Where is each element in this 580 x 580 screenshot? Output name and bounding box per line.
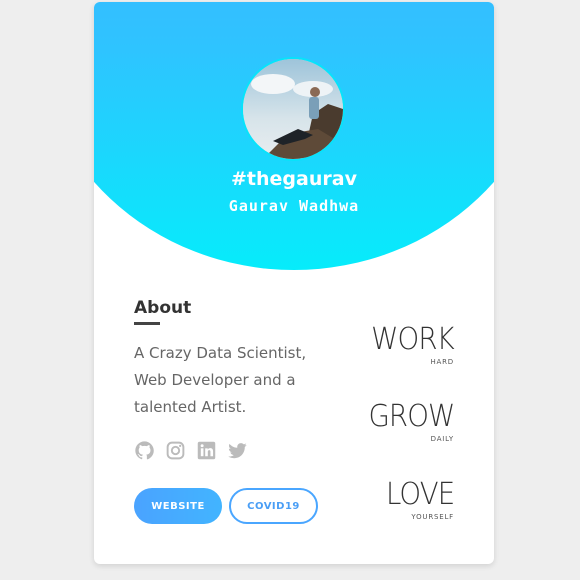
motto-subtitle: YOURSELF bbox=[411, 513, 454, 521]
linkedin-icon[interactable] bbox=[196, 440, 217, 461]
website-button[interactable]: WEBSITE bbox=[134, 488, 222, 524]
motto-love: LOVE YOURSELF bbox=[380, 477, 455, 522]
motto-word: GROW bbox=[368, 399, 455, 434]
motto-word: LOVE bbox=[385, 477, 455, 512]
about-underline bbox=[134, 322, 160, 325]
social-links bbox=[134, 440, 248, 461]
about-title: About bbox=[134, 298, 192, 318]
profile-card: #thegaurav Gaurav Wadhwa About A Crazy D… bbox=[94, 2, 494, 564]
motto-work: WORK HARD bbox=[364, 322, 455, 367]
covid19-button[interactable]: COVID19 bbox=[229, 488, 318, 524]
profile-handle: #thegaurav bbox=[231, 168, 357, 190]
instagram-icon[interactable] bbox=[165, 440, 186, 461]
avatar-photo bbox=[243, 59, 343, 159]
avatar bbox=[241, 57, 345, 161]
motto-subtitle: HARD bbox=[430, 358, 454, 366]
motto-grow: GROW DAILY bbox=[361, 399, 455, 444]
motto-word: WORK bbox=[371, 322, 455, 357]
motto-subtitle: DAILY bbox=[430, 435, 454, 443]
twitter-icon[interactable] bbox=[227, 440, 248, 461]
about-text: A Crazy Data Scientist, Web Developer an… bbox=[134, 344, 307, 416]
github-icon[interactable] bbox=[134, 440, 155, 461]
profile-name: Gaurav Wadhwa bbox=[228, 197, 360, 215]
